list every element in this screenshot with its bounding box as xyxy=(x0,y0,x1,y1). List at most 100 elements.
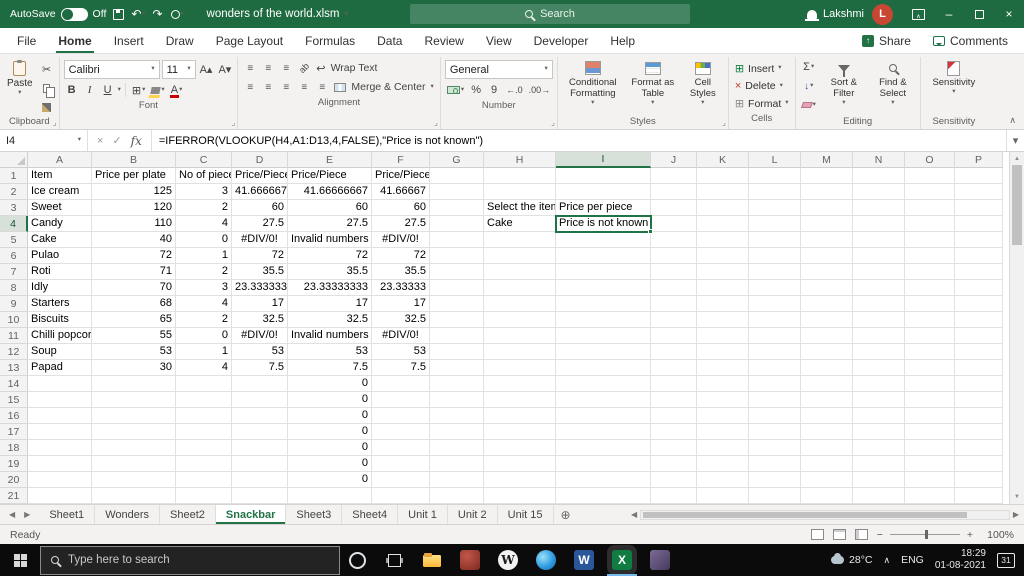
sheet-tab-sheet1[interactable]: Sheet1 xyxy=(39,505,96,524)
row-header-4[interactable]: 4 xyxy=(0,216,28,232)
cell-O20[interactable] xyxy=(905,472,955,488)
action-center-icon[interactable]: 31 xyxy=(997,552,1015,568)
cell-O17[interactable] xyxy=(905,424,955,440)
cell-O18[interactable] xyxy=(905,440,955,456)
cell-O16[interactable] xyxy=(905,408,955,424)
cell-A4[interactable]: Candy xyxy=(28,216,92,232)
cell-O10[interactable] xyxy=(905,312,955,328)
cell-B16[interactable] xyxy=(92,408,176,424)
cell-I2[interactable] xyxy=(556,184,651,200)
cell-J1[interactable] xyxy=(651,168,697,184)
cell-C2[interactable]: 3 xyxy=(176,184,232,200)
cell-H4[interactable]: Cake xyxy=(484,216,556,232)
cell-J5[interactable] xyxy=(651,232,697,248)
cell-C14[interactable] xyxy=(176,376,232,392)
cell-P4[interactable] xyxy=(955,216,1003,232)
column-header-G[interactable]: G xyxy=(430,152,484,168)
cell-K16[interactable] xyxy=(697,408,749,424)
cell-F16[interactable] xyxy=(372,408,430,424)
cell-K18[interactable] xyxy=(697,440,749,456)
cell-H6[interactable] xyxy=(484,248,556,264)
cell-M12[interactable] xyxy=(801,344,853,360)
cell-L5[interactable] xyxy=(749,232,801,248)
cell-I9[interactable] xyxy=(556,296,651,312)
column-header-I[interactable]: I xyxy=(556,152,651,168)
column-header-D[interactable]: D xyxy=(232,152,288,168)
cell-A17[interactable] xyxy=(28,424,92,440)
cell-E9[interactable]: 17 xyxy=(288,296,372,312)
cell-styles-button[interactable]: Cell Styles ▾ xyxy=(682,57,724,106)
cell-K2[interactable] xyxy=(697,184,749,200)
cell-E15[interactable]: 0 xyxy=(288,392,372,408)
cell-D7[interactable]: 35.5 xyxy=(232,264,288,280)
cell-J14[interactable] xyxy=(651,376,697,392)
bold-button[interactable]: B xyxy=(64,82,80,98)
cell-E4[interactable]: 27.5 xyxy=(288,216,372,232)
cell-D15[interactable] xyxy=(232,392,288,408)
row-header-9[interactable]: 9 xyxy=(0,296,28,312)
cell-A10[interactable]: Biscuits xyxy=(28,312,92,328)
close-button[interactable]: × xyxy=(994,0,1024,28)
sheet-tab-sheet2[interactable]: Sheet2 xyxy=(160,505,216,524)
cell-P9[interactable] xyxy=(955,296,1003,312)
paste-button[interactable]: Paste ▾ xyxy=(4,57,36,96)
cell-J17[interactable] xyxy=(651,424,697,440)
cell-F20[interactable] xyxy=(372,472,430,488)
cell-A2[interactable]: Ice cream xyxy=(28,184,92,200)
comma-style-button[interactable]: 9 xyxy=(486,82,502,98)
cell-F14[interactable] xyxy=(372,376,430,392)
cell-J15[interactable] xyxy=(651,392,697,408)
page-break-view-icon[interactable] xyxy=(854,529,868,540)
orientation-button[interactable]: ab xyxy=(296,60,312,76)
cell-F12[interactable]: 53 xyxy=(372,344,430,360)
cell-B3[interactable]: 120 xyxy=(92,200,176,216)
cell-G21[interactable] xyxy=(430,488,484,504)
cell-G10[interactable] xyxy=(430,312,484,328)
cell-G20[interactable] xyxy=(430,472,484,488)
cell-P17[interactable] xyxy=(955,424,1003,440)
cell-K8[interactable] xyxy=(697,280,749,296)
cell-N15[interactable] xyxy=(853,392,905,408)
cell-J2[interactable] xyxy=(651,184,697,200)
cell-F7[interactable]: 35.5 xyxy=(372,264,430,280)
horizontal-scrollbar[interactable]: ◀ ▶ xyxy=(626,505,1024,524)
scroll-left-arrow[interactable]: ◀ xyxy=(631,510,637,519)
cell-J16[interactable] xyxy=(651,408,697,424)
row-header-8[interactable]: 8 xyxy=(0,280,28,296)
column-header-M[interactable]: M xyxy=(801,152,853,168)
cell-O2[interactable] xyxy=(905,184,955,200)
cell-I13[interactable] xyxy=(556,360,651,376)
row-header-18[interactable]: 18 xyxy=(0,440,28,456)
avatar[interactable]: L xyxy=(872,3,893,25)
number-format-combo[interactable]: General ▾ xyxy=(444,60,553,79)
cell-F9[interactable]: 17 xyxy=(372,296,430,312)
cell-L4[interactable] xyxy=(749,216,801,232)
cell-J9[interactable] xyxy=(651,296,697,312)
comments-button[interactable]: Comments xyxy=(923,31,1018,51)
autosave-switch[interactable] xyxy=(60,7,88,21)
cell-L17[interactable] xyxy=(749,424,801,440)
cell-P2[interactable] xyxy=(955,184,1003,200)
save-icon[interactable] xyxy=(113,8,125,20)
cell-C12[interactable]: 1 xyxy=(176,344,232,360)
cell-M17[interactable] xyxy=(801,424,853,440)
fill-button[interactable]: ↓ ▾ xyxy=(800,78,818,94)
grow-font-button[interactable]: A▴ xyxy=(198,62,215,78)
cell-P8[interactable] xyxy=(955,280,1003,296)
cell-E6[interactable]: 72 xyxy=(288,248,372,264)
cell-F13[interactable]: 7.5 xyxy=(372,360,430,376)
column-header-N[interactable]: N xyxy=(853,152,905,168)
cell-O3[interactable] xyxy=(905,200,955,216)
align-bottom-button[interactable]: ≡ xyxy=(278,60,294,76)
row-header-5[interactable]: 5 xyxy=(0,232,28,248)
document-title[interactable]: wonders of the world.xlsm ▾ xyxy=(207,8,348,20)
cell-M15[interactable] xyxy=(801,392,853,408)
cell-H10[interactable] xyxy=(484,312,556,328)
cell-A15[interactable] xyxy=(28,392,92,408)
sheet-nav-left-icon[interactable]: ◀ xyxy=(9,510,15,519)
cell-L1[interactable] xyxy=(749,168,801,184)
cell-A5[interactable]: Cake xyxy=(28,232,92,248)
cell-C17[interactable] xyxy=(176,424,232,440)
enter-formula-button[interactable]: ✓ xyxy=(112,134,121,147)
cell-C6[interactable]: 1 xyxy=(176,248,232,264)
